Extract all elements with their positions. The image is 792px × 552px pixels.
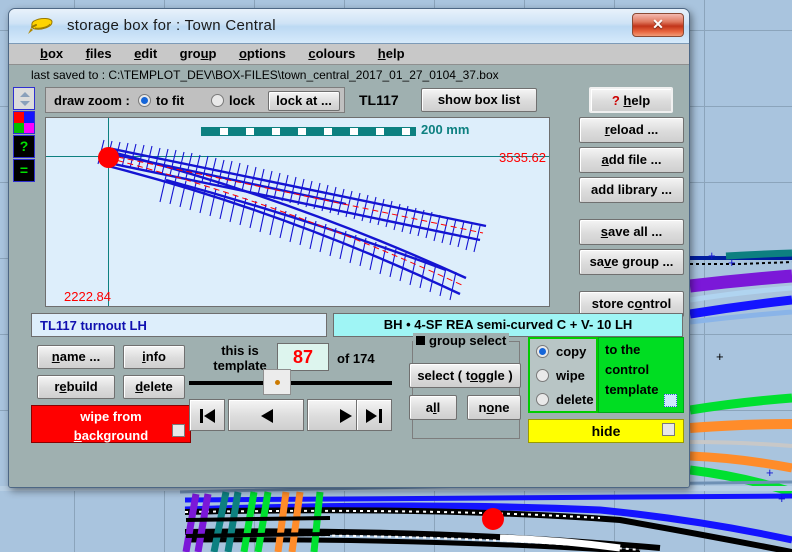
radio-copy[interactable]: [536, 345, 549, 358]
select-toggle-button[interactable]: select ( toggle ): [409, 363, 521, 388]
radio-lock[interactable]: [211, 94, 224, 107]
last-saved-path: C:\TEMPLOT_DEV\BOX-FILES\town_central_20…: [108, 68, 499, 82]
template-slider-thumb[interactable]: [263, 369, 291, 395]
this-is-line2: template: [213, 358, 267, 373]
window-title-bar[interactable]: storage box for : Town Central ✕: [9, 9, 689, 44]
radio-lock-label: lock: [229, 93, 256, 108]
background-marker-cross: +: [766, 465, 774, 480]
left-toolbar: ? =: [13, 87, 37, 183]
template-name-bar[interactable]: TL117 turnout LH: [31, 313, 327, 337]
background-marker-cross: +: [708, 248, 716, 263]
trowel-icon: [28, 18, 53, 34]
coordinate-right: 3535.62: [499, 150, 546, 165]
to-control-template-checkbox[interactable]: [664, 394, 677, 407]
lock-at-button[interactable]: lock at ...: [268, 91, 340, 111]
close-icon[interactable]: ✕: [632, 13, 684, 37]
select-none-button[interactable]: none: [467, 395, 521, 420]
menu-item-help[interactable]: help: [369, 44, 414, 61]
group-select-frame: [412, 341, 520, 439]
select-all-button[interactable]: all: [409, 395, 457, 420]
menu-item-box[interactable]: box: [31, 44, 72, 61]
rebuild-button[interactable]: rebuild: [37, 375, 115, 399]
background-marker-cross: +: [778, 491, 786, 506]
window-title: storage box for : Town Central: [67, 17, 276, 34]
hide-button[interactable]: hide: [528, 419, 684, 443]
radio-to-fit[interactable]: [138, 94, 151, 107]
wipe-background-checkbox[interactable]: [172, 424, 185, 437]
target-line2: control: [605, 362, 650, 377]
reload-button[interactable]: reload ...: [579, 117, 684, 143]
radio-to-fit-label: to fit: [156, 93, 185, 108]
background-control-point: [482, 508, 504, 530]
last-saved-label: last saved to :: [31, 68, 106, 82]
group-select-title-text: group select: [429, 333, 507, 348]
right-button-column: reload ... add file ... add library ... …: [579, 117, 684, 321]
first-template-button[interactable]: [189, 399, 225, 431]
draw-zoom-label: draw zoom :: [54, 93, 130, 108]
radio-wipe[interactable]: [536, 369, 549, 382]
menu-item-group[interactable]: group: [171, 44, 226, 61]
background-marker-cross: +: [728, 255, 736, 270]
radio-wipe-label: wipe: [556, 368, 585, 383]
equals-icon[interactable]: =: [13, 159, 35, 182]
target-line1: to the: [605, 342, 641, 357]
radio-delete-label: delete: [556, 392, 594, 407]
show-box-list-button[interactable]: show box list: [421, 88, 537, 112]
draw-zoom-group: draw zoom : to fit lock lock at ...: [45, 87, 345, 113]
menu-item-colours[interactable]: colours: [299, 44, 364, 61]
previous-template-button[interactable]: [228, 399, 304, 431]
this-is-line1: this is: [221, 343, 259, 358]
template-origin-point: [98, 147, 119, 168]
template-drawing-canvas[interactable]: 200 mm 3535.62 2222.84: [45, 117, 550, 307]
menu-item-files[interactable]: files: [77, 44, 121, 61]
coordinate-bottom: 2222.84: [64, 289, 111, 304]
wipe-from-background-button[interactable]: wipe from background: [31, 405, 191, 443]
storage-box-window: storage box for : Town Central ✕ box fil…: [8, 8, 690, 488]
add-file-button[interactable]: add file ...: [579, 147, 684, 173]
menu-item-edit[interactable]: edit: [125, 44, 166, 61]
save-group-button[interactable]: save group ...: [579, 249, 684, 275]
save-all-button[interactable]: save all ...: [579, 219, 684, 245]
spinner-icon[interactable]: [13, 87, 35, 110]
background-marker-cross: +: [716, 349, 724, 364]
last-saved-bar: last saved to : C:\TEMPLOT_DEV\BOX-FILES…: [9, 65, 689, 85]
group-select-title: group select: [413, 333, 510, 348]
radio-delete[interactable]: [536, 393, 549, 406]
hide-checkbox[interactable]: [662, 423, 675, 436]
question-icon[interactable]: ?: [13, 135, 35, 158]
action-mode-group: copy wipe delete: [528, 337, 598, 413]
add-library-button[interactable]: add library ...: [579, 177, 684, 203]
hide-label: hide: [591, 423, 621, 439]
group-select-marker: [416, 336, 425, 345]
template-number-field[interactable]: 87: [277, 343, 329, 371]
info-button[interactable]: info: [123, 345, 185, 369]
wipe-label-line1: wipe from: [80, 409, 142, 424]
template-id-label: TL117: [359, 92, 399, 108]
menu-bar: box files edit group options colours hel…: [9, 44, 689, 65]
menu-item-options[interactable]: options: [230, 44, 295, 61]
to-control-template-panel[interactable]: to the control template: [598, 337, 684, 413]
delete-button[interactable]: delete: [123, 375, 185, 399]
template-total-count: of 174: [337, 351, 375, 366]
name-button[interactable]: name ...: [37, 345, 115, 369]
radio-copy-label: copy: [556, 344, 587, 359]
window-body: ? = draw zoom : to fit lock lock at ... …: [9, 85, 689, 487]
palette-icon[interactable]: [13, 111, 35, 134]
last-template-button[interactable]: [356, 399, 392, 431]
help-button[interactable]: ? help: [589, 87, 673, 113]
